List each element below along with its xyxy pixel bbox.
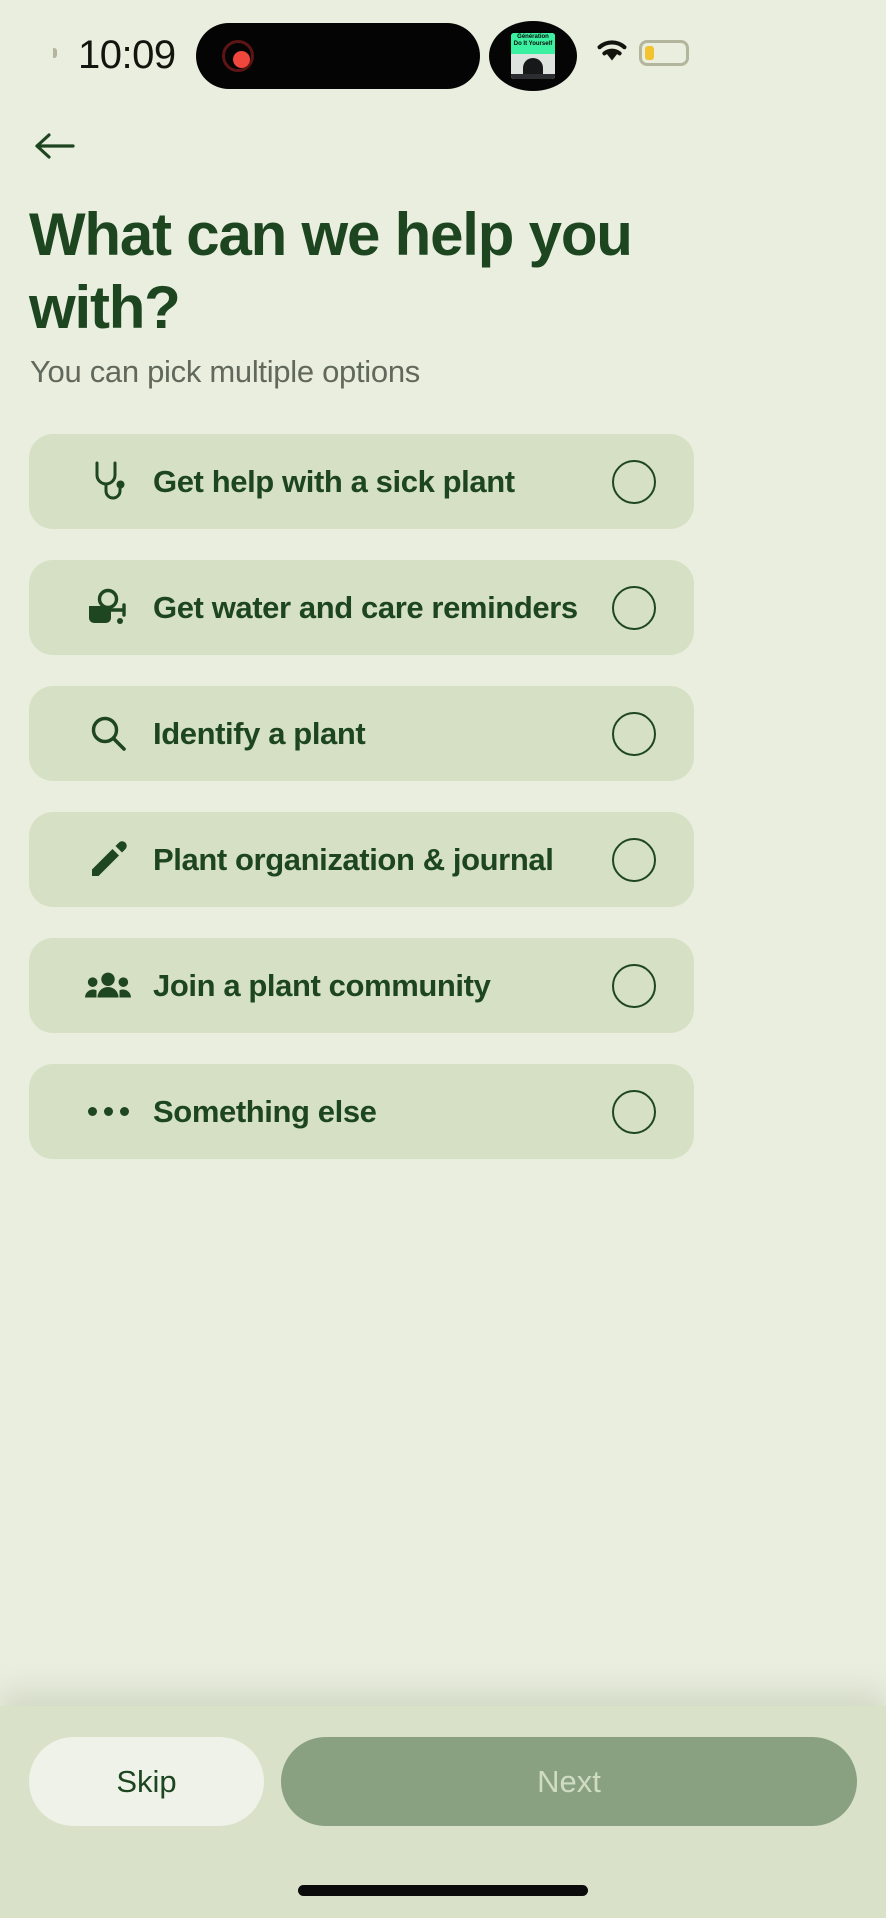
ellipsis-dot [87, 1107, 97, 1116]
pencil-icon [85, 840, 131, 880]
option-radio[interactable] [612, 459, 656, 504]
podcast-art-title: Génération Do It Yourself [511, 34, 555, 48]
page-subtitle: You can pick multiple options [30, 354, 420, 389]
status-time: 10:09 [78, 33, 176, 77]
podcast-art-person [523, 58, 543, 75]
option-card-plant-community[interactable]: Join a plant community [29, 938, 694, 1033]
record-dot-icon [222, 40, 254, 72]
home-indicator[interactable] [298, 1885, 588, 1896]
option-label: Something else [153, 1093, 377, 1129]
page-title: What can we help you with? [29, 201, 633, 341]
option-label: Identify a plant [153, 715, 366, 751]
podcast-artwork: Génération Do It Yourself [511, 33, 555, 79]
option-card-sick-plant[interactable]: Get help with a sick plant [29, 434, 694, 529]
option-radio[interactable] [612, 585, 656, 630]
option-label: Get help with a sick plant [153, 463, 515, 499]
ellipsis-icon [85, 1107, 131, 1116]
record-dot-inner [233, 51, 250, 68]
podcast-art-bar [511, 74, 555, 79]
skip-button[interactable]: Skip [29, 1737, 264, 1826]
search-icon [85, 714, 131, 754]
arrow-left-icon [35, 133, 75, 159]
ellipsis-dot [103, 1107, 113, 1116]
status-bar: 10:09 Génération Do It Yourself [0, 0, 886, 108]
dynamic-island[interactable] [196, 23, 480, 89]
ellipsis-dot [119, 1107, 129, 1116]
options-list: Get help with a sick plant Get water and… [29, 434, 858, 1190]
option-label: Plant organization & journal [153, 841, 554, 877]
stethoscope-icon [85, 460, 131, 504]
battery-fill [645, 46, 654, 60]
people-group-icon [85, 970, 131, 1002]
option-card-something-else[interactable]: Something else [29, 1064, 694, 1159]
bottom-action-bar: Skip Next [0, 1706, 886, 1918]
option-radio[interactable] [612, 1089, 656, 1134]
option-label: Join a plant community [153, 967, 491, 1003]
back-button[interactable] [28, 122, 80, 170]
option-card-organization-journal[interactable]: Plant organization & journal [29, 812, 694, 907]
podcast-title-line2: Do It Yourself [513, 41, 553, 48]
next-button[interactable]: Next [281, 1737, 857, 1826]
podcast-title-line1: Génération [517, 34, 549, 40]
wifi-icon [594, 36, 630, 69]
option-card-water-reminders[interactable]: Get water and care reminders [29, 560, 694, 655]
option-radio[interactable] [612, 837, 656, 882]
option-radio[interactable] [612, 711, 656, 756]
option-label: Get water and care reminders [153, 589, 578, 625]
option-radio[interactable] [612, 963, 656, 1008]
battery-icon [639, 40, 689, 66]
watering-can-icon [85, 588, 131, 628]
now-playing-capsule[interactable]: Génération Do It Yourself [489, 21, 577, 91]
option-card-identify-plant[interactable]: Identify a plant [29, 686, 694, 781]
battery-cap [53, 48, 57, 58]
